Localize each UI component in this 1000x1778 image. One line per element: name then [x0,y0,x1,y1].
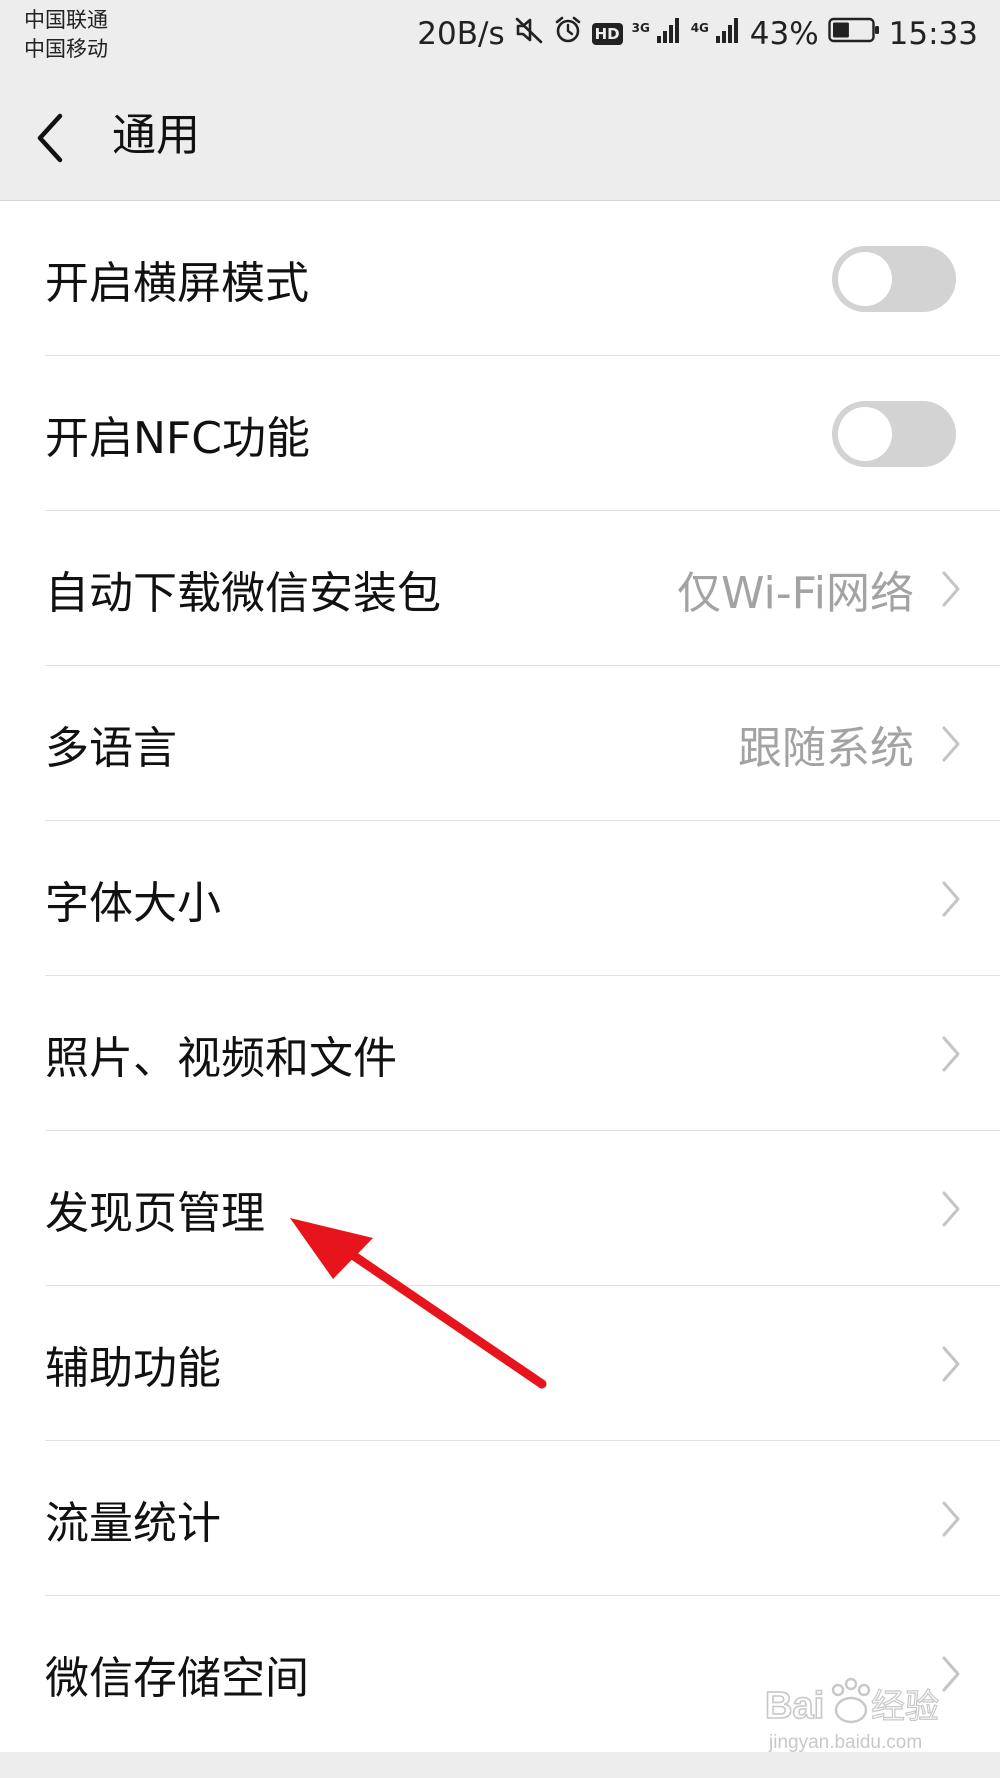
setting-auto-download[interactable]: 自动下载微信安装包 仅Wi-Fi网络 [0,511,1000,666]
svg-text:经验: 经验 [871,1687,939,1727]
baidu-jingyan-watermark: Bai 经验 jingyan.baidu.com [765,1668,975,1758]
signal-3g-icon: 3G [632,16,682,52]
alarm-icon [553,15,583,53]
net-speed: 20B/s [417,16,505,52]
settings-list: 开启横屏模式 开启NFC功能 自动下载微信安装包 仅Wi-Fi网络 多语言 跟随… [0,201,1000,1751]
page-title: 通用 [112,110,200,161]
setting-discover-management[interactable]: 发现页管理 [0,1131,1000,1286]
status-indicators: 20B/s HD 3G 4G 43% 15:33 [417,12,978,56]
signal-4g-icon: 4G [691,16,741,52]
toggle-knob [838,406,892,461]
chevron-right-icon [942,1346,960,1381]
signal-4g-label: 4G [690,21,709,35]
carrier-info: 中国联通 中国移动 [24,6,108,64]
svg-text:Bai: Bai [765,1685,824,1727]
setting-value: 仅Wi-Fi网络 [677,567,914,619]
setting-label: 开启横屏模式 [45,257,309,309]
setting-landscape-mode[interactable]: 开启横屏模式 [0,201,1000,356]
status-bar: 中国联通 中国移动 20B/s HD 3G 4G 43% 15:33 [0,0,1000,72]
setting-font-size[interactable]: 字体大小 [0,821,1000,976]
chevron-right-icon [942,1191,960,1226]
signal-3g-label: 3G [631,21,650,35]
setting-media-files[interactable]: 照片、视频和文件 [0,976,1000,1131]
setting-label: 辅助功能 [45,1342,221,1394]
chevron-left-icon [37,113,63,163]
chevron-right-icon [942,1501,960,1536]
setting-data-usage[interactable]: 流量统计 [0,1441,1000,1596]
landscape-mode-toggle[interactable] [832,245,956,312]
setting-label: 流量统计 [45,1497,221,1549]
setting-language[interactable]: 多语言 跟随系统 [0,666,1000,821]
svg-text:jingyan.baidu.com: jingyan.baidu.com [768,1732,922,1753]
clock: 15:33 [888,16,978,52]
setting-label: 自动下载微信安装包 [45,567,441,619]
mute-icon [514,15,544,53]
setting-label: 开启NFC功能 [45,412,310,464]
chevron-right-icon [942,726,960,761]
baidu-logo-icon: Bai 经验 jingyan.baidu.com [765,1677,940,1753]
nav-header: 通用 [0,72,1000,201]
chevron-right-icon [942,1036,960,1071]
chevron-right-icon [942,571,960,606]
battery-percent: 43% [749,16,819,52]
carrier-1-label: 中国联通 [24,8,108,32]
setting-value: 跟随系统 [738,722,914,774]
setting-nfc[interactable]: 开启NFC功能 [0,356,1000,511]
hd-icon: HD [591,23,623,45]
nfc-toggle[interactable] [832,400,956,467]
setting-label: 微信存储空间 [45,1652,309,1704]
chevron-right-icon [942,881,960,916]
carrier-2-label: 中国移动 [24,37,108,61]
back-button[interactable] [30,102,80,172]
setting-label: 照片、视频和文件 [45,1032,397,1084]
toggle-knob [838,251,892,306]
setting-label: 多语言 [45,722,177,774]
setting-label: 字体大小 [45,877,221,929]
setting-accessibility[interactable]: 辅助功能 [0,1286,1000,1441]
battery-icon [827,16,880,52]
setting-label: 发现页管理 [45,1187,265,1239]
